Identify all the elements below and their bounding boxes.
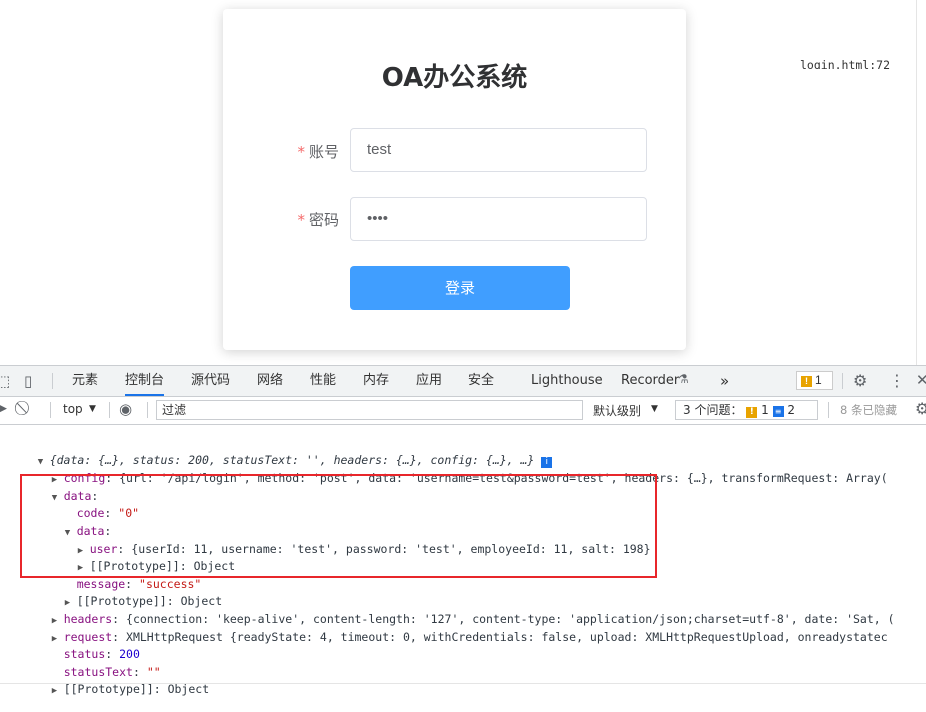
tree-row-headers[interactable]: ▶ headers: {connection: 'keep-alive', con… [24,594,895,626]
console-divider [0,683,926,684]
tree-row-status: status: 200 [63,647,140,661]
caret-right-icon[interactable]: ▶ [52,683,64,700]
tree-row-prototype[interactable]: ▶ [[Prototype]]: Object [24,664,209,696]
highlight-box [20,474,657,578]
tree-row-request[interactable]: ▶ request: XMLHttpRequest {readyState: 4,… [24,612,888,644]
tree-row-config[interactable]: ▶ config: {url: '/api/login', method: 'po… [24,453,888,485]
console-output: ▼ {data: {…}, status: 200, statusText: ''… [0,0,926,711]
tree-row-statustext: statusText: "" [63,665,161,679]
tree-row-prototype[interactable]: ▶ [[Prototype]]: Object [37,576,222,608]
console-entry-summary[interactable]: ▼ {data: {…}, status: 200, statusText: ''… [10,435,553,468]
